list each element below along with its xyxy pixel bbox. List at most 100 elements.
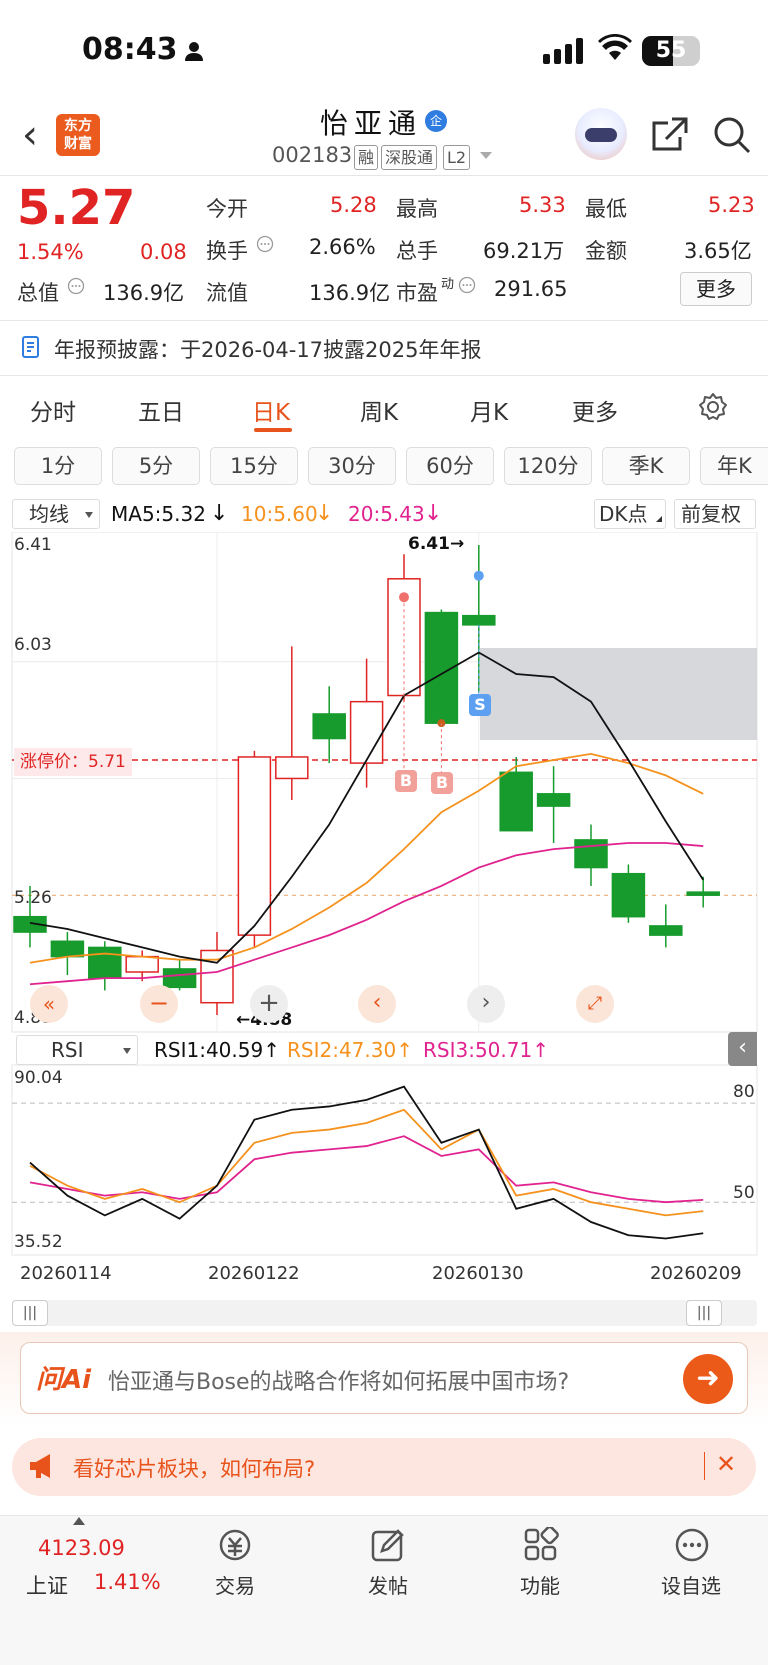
candle-up — [237, 756, 272, 936]
float-value: 136.9亿 — [309, 281, 391, 305]
high-label: 最高 — [396, 197, 438, 221]
high-marker: 6.41→ — [408, 534, 465, 554]
candle-down — [50, 940, 85, 958]
buy-mark-1[interactable]: B — [395, 770, 417, 792]
candle-down — [312, 713, 346, 740]
index-value[interactable]: 4123.09 — [38, 1536, 125, 1560]
candle-down — [686, 891, 720, 896]
rsi-level-50: 50 — [733, 1183, 755, 1203]
search-icon[interactable] — [712, 115, 752, 155]
range-handle-right[interactable]: ||| — [686, 1300, 722, 1326]
candle-down — [611, 872, 646, 918]
apps-icon[interactable] — [523, 1527, 559, 1563]
kline-chart[interactable] — [0, 532, 768, 1272]
sell-mark[interactable]: S — [469, 694, 491, 716]
pe-label: 市盈 — [396, 281, 438, 305]
y-label-top: 6.41 — [14, 535, 52, 555]
ma5-value: MA5:5.32 — [111, 502, 206, 526]
nav-add-watchlist[interactable]: 设自选 — [646, 1570, 736, 1599]
info-icon[interactable] — [67, 277, 85, 295]
zoom-out-button[interactable]: − — [140, 985, 178, 1023]
interval-120min[interactable]: 120分 — [504, 447, 592, 485]
fullscreen-icon[interactable]: ⤢ — [576, 985, 614, 1023]
pe-superscript: 动 — [441, 277, 455, 292]
interval-60min[interactable]: 60分 — [406, 447, 494, 485]
tag-level2: L2 — [443, 145, 471, 170]
adjust-price-button[interactable]: 前复权 — [674, 499, 756, 529]
nav-trade[interactable]: 交易 — [190, 1570, 280, 1599]
trade-icon[interactable] — [216, 1527, 254, 1563]
change-value: 0.08 — [140, 240, 187, 264]
report-icon — [22, 336, 39, 358]
ma5-down-arrow: ↓ — [210, 501, 229, 526]
tab-day-k[interactable]: 日K — [252, 393, 290, 427]
turnover-value: 2.66% — [309, 235, 376, 259]
tab-week-k[interactable]: 周K — [360, 393, 398, 427]
share-icon[interactable] — [650, 115, 690, 155]
back-button[interactable]: ‹ — [22, 112, 38, 158]
ai-assistant-avatar[interactable] — [575, 108, 627, 160]
nav-post[interactable]: 发帖 — [343, 1570, 433, 1599]
rsi3-value: RSI3:50.71↑ — [423, 1038, 549, 1062]
post-icon[interactable] — [370, 1527, 406, 1563]
zoom-in-button[interactable]: + — [250, 985, 288, 1023]
candle-down — [462, 614, 496, 626]
info-icon[interactable] — [256, 235, 274, 253]
nav-functions[interactable]: 功能 — [495, 1570, 585, 1599]
tab-five-day[interactable]: 五日 — [138, 393, 184, 427]
scroll-right-button[interactable]: › — [467, 985, 505, 1023]
gear-icon[interactable] — [698, 392, 728, 422]
index-change[interactable]: 1.41% — [94, 1570, 161, 1594]
amount-label: 金额 — [585, 239, 627, 263]
float-label: 流值 — [206, 281, 248, 305]
interval-5min[interactable]: 5分 — [112, 447, 200, 485]
promo-text[interactable]: 看好芯片板块，如何布局? — [73, 1453, 315, 1483]
ai-question-text[interactable]: 怡亚通与Bose的战略合作将如何拓展中国市场? — [108, 1364, 569, 1396]
dk-point-button[interactable]: DK点 — [594, 499, 666, 529]
tab-month-k[interactable]: 月K — [470, 393, 508, 427]
scroll-left-fast-button[interactable]: « — [30, 985, 68, 1023]
range-handle-left[interactable]: ||| — [12, 1300, 48, 1326]
megaphone-icon — [30, 1454, 50, 1478]
tab-more[interactable]: 更多 — [572, 393, 618, 427]
rsi-selector[interactable]: RSI — [16, 1035, 138, 1065]
tag-connect: 深股通 — [381, 145, 438, 170]
date-label-2: 20260122 — [208, 1263, 300, 1284]
interval-30min[interactable]: 30分 — [308, 447, 396, 485]
interval-year-k[interactable]: 年K — [700, 447, 768, 485]
index-name[interactable]: 上证 — [26, 1570, 68, 1600]
range-scrollbar[interactable] — [12, 1300, 757, 1326]
annual-report-notice[interactable]: 年报预披露：于2026-04-17披露2025年年报 — [54, 334, 481, 364]
low-value: 5.23 — [708, 193, 755, 217]
status-time: 08:43 — [82, 32, 178, 67]
signal-dot — [473, 570, 484, 581]
last-price: 5.27 — [17, 180, 136, 236]
info-icon[interactable] — [458, 276, 476, 294]
ai-logo: 问Ai — [36, 1365, 92, 1395]
scroll-left-button[interactable]: ‹ — [358, 985, 396, 1023]
ma20-down-arrow: ↓ — [424, 501, 443, 526]
change-percent: 1.54% — [17, 240, 84, 264]
open-value: 5.28 — [330, 193, 377, 217]
tab-timeshare[interactable]: 分时 — [30, 393, 76, 427]
shaded-resistance-zone — [480, 648, 757, 740]
interval-15min[interactable]: 15分 — [210, 447, 298, 485]
buy-mark-2[interactable]: B — [431, 772, 453, 794]
interval-quarter-k[interactable]: 季K — [602, 447, 690, 485]
close-icon[interactable]: ✕ — [716, 1450, 736, 1478]
more-dots-icon[interactable] — [674, 1527, 710, 1563]
high-value: 5.33 — [519, 193, 566, 217]
more-quote-button[interactable]: 更多 — [680, 272, 752, 306]
indicator-selector[interactable]: 均线 — [12, 499, 100, 529]
mktcap-label: 总值 — [17, 281, 59, 305]
chevron-down-icon[interactable] — [480, 152, 492, 159]
person-icon — [185, 42, 203, 61]
collapse-panel-button[interactable]: ‹ — [728, 1032, 757, 1066]
rsi-y-bottom: 35.52 — [14, 1232, 63, 1252]
arrow-right-icon[interactable]: ➜ — [683, 1354, 733, 1404]
cellular-signal-icon — [543, 38, 583, 64]
interval-1min[interactable]: 1分 — [14, 447, 102, 485]
battery-icon: 55 — [642, 36, 700, 66]
candle-down — [162, 968, 197, 989]
caret-up-icon — [73, 1517, 85, 1525]
